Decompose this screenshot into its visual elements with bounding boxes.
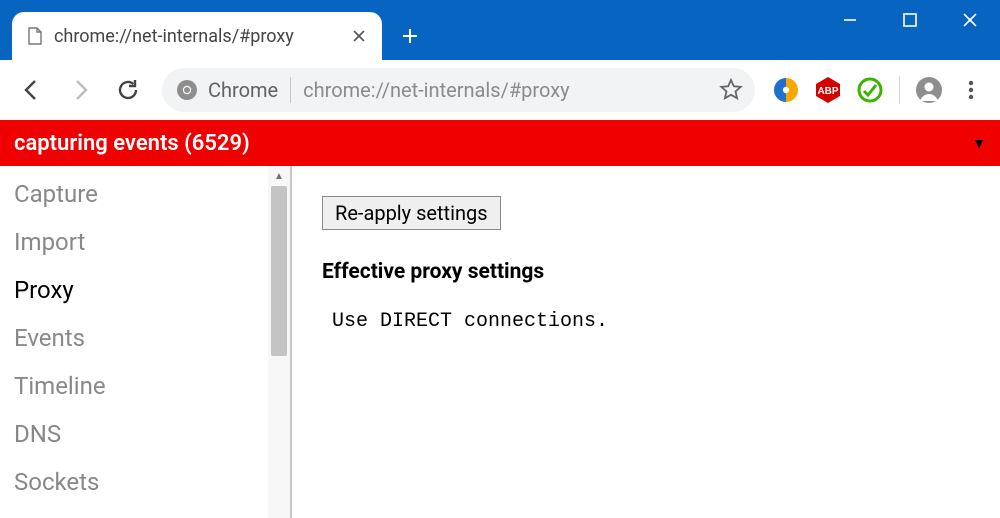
close-window-button[interactable] [940, 0, 1000, 40]
effective-proxy-heading: Effective proxy settings [322, 260, 980, 284]
sidebar-item-label: Events [14, 324, 85, 352]
window-titlebar: chrome://net-internals/#proxy [0, 0, 1000, 60]
sidebar-item-timeline[interactable]: Timeline [0, 362, 268, 410]
sidebar-item-sockets[interactable]: Sockets [0, 458, 268, 506]
file-icon [26, 27, 44, 45]
address-bar[interactable]: Chrome chrome://net-internals/#proxy [162, 68, 755, 112]
collapse-triangle-icon[interactable]: ▼ [972, 135, 986, 152]
sidebar: Capture Import Proxy Events Timeline DNS… [0, 166, 268, 518]
sidebar-item-label: Capture [14, 180, 98, 208]
sidebar-scrollbar[interactable]: ▲ [268, 166, 290, 518]
sidebar-item-label: Sockets [14, 468, 99, 496]
new-tab-button[interactable] [390, 16, 430, 56]
green-circle-check-icon[interactable] [851, 71, 889, 109]
content-area: Capture Import Proxy Events Timeline DNS… [0, 166, 1000, 518]
chrome-icon [176, 79, 198, 101]
profile-avatar-icon[interactable] [910, 71, 948, 109]
bookmark-star-icon[interactable] [715, 74, 747, 106]
extension-swirl-icon[interactable] [767, 71, 805, 109]
menu-dots-icon[interactable] [952, 71, 990, 109]
abp-icon[interactable]: ABP [809, 71, 847, 109]
sidebar-container: Capture Import Proxy Events Timeline DNS… [0, 166, 290, 518]
capture-status-text: capturing events (6529) [14, 131, 250, 156]
sidebar-item-dns[interactable]: DNS [0, 410, 268, 458]
omnibox-url: chrome://net-internals/#proxy [303, 78, 705, 102]
scroll-up-arrow-icon[interactable]: ▲ [268, 166, 290, 186]
window-controls [820, 0, 1000, 40]
reapply-settings-button[interactable]: Re-apply settings [322, 196, 501, 230]
proxy-settings-body: Use DIRECT connections. [332, 310, 980, 333]
close-tab-icon[interactable] [350, 27, 368, 45]
omnibox-scheme-label: Chrome [208, 78, 278, 102]
sidebar-item-alt-svc[interactable]: Alt-Svc [0, 506, 268, 518]
minimize-button[interactable] [820, 0, 880, 40]
tab-strip: chrome://net-internals/#proxy [0, 0, 430, 60]
main-panel: Re-apply settings Effective proxy settin… [292, 166, 1000, 518]
separator [290, 77, 291, 103]
sidebar-item-label: Proxy [14, 276, 74, 304]
sidebar-item-capture[interactable]: Capture [0, 170, 268, 218]
reload-button[interactable] [106, 68, 150, 112]
sidebar-item-label: DNS [14, 420, 61, 448]
browser-tab[interactable]: chrome://net-internals/#proxy [12, 12, 382, 60]
browser-toolbar: Chrome chrome://net-internals/#proxy ABP [0, 60, 1000, 120]
svg-text:ABP: ABP [817, 86, 838, 97]
forward-button[interactable] [58, 68, 102, 112]
capture-status-bar: capturing events (6529) ▼ [0, 120, 1000, 166]
maximize-button[interactable] [880, 0, 940, 40]
sidebar-item-label: Import [14, 228, 85, 256]
sidebar-item-label: Timeline [14, 372, 106, 400]
tab-title: chrome://net-internals/#proxy [54, 26, 340, 47]
sidebar-item-import[interactable]: Import [0, 218, 268, 266]
separator [899, 76, 900, 104]
back-button[interactable] [10, 68, 54, 112]
scrollbar-thumb[interactable] [271, 186, 287, 356]
sidebar-item-proxy[interactable]: Proxy [0, 266, 268, 314]
sidebar-item-events[interactable]: Events [0, 314, 268, 362]
